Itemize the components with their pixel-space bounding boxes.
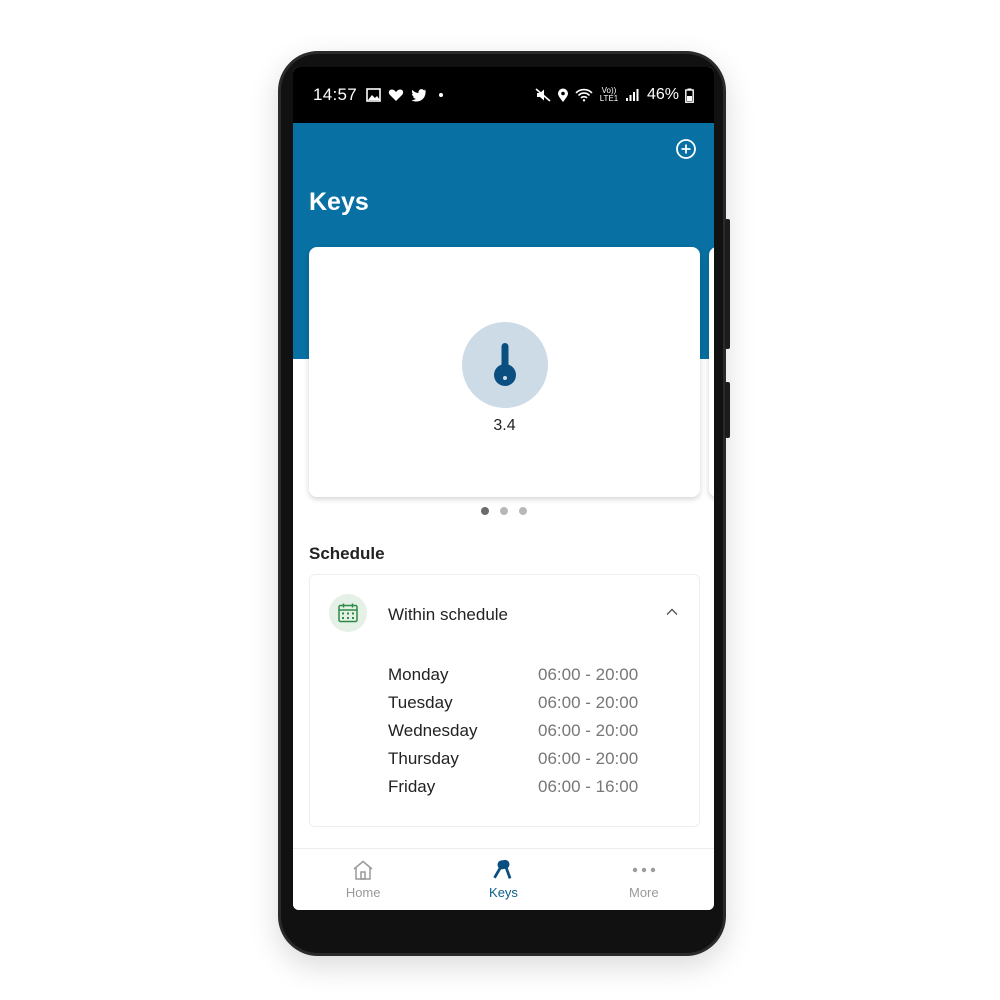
status-bar: 14:57 Vo)) LTE1 46% — [293, 67, 714, 123]
system-icons: Vo)) LTE1 46% — [535, 86, 694, 104]
day-name: Thursday — [388, 749, 459, 768]
nav-item-home[interactable]: Home — [293, 849, 433, 910]
calendar-badge — [329, 594, 367, 632]
keys-icon — [493, 859, 512, 879]
twitter-icon — [411, 89, 427, 102]
gallery-icon — [366, 88, 381, 102]
day-hours: 06:00 - 20:00 — [538, 721, 639, 740]
nav-item-more[interactable]: More — [574, 849, 714, 910]
collapse-schedule-button[interactable] — [665, 605, 679, 624]
schedule-row: Wednesday 06:00 - 20:00 — [388, 717, 678, 745]
app-screen: 14:57 Vo)) LTE1 46% Keys 3.4 Schedule Wi… — [293, 67, 714, 910]
carousel-dot[interactable] — [480, 507, 489, 515]
schedule-status: Within schedule — [388, 605, 509, 624]
schedule-title: Schedule — [309, 544, 385, 563]
phone-frame: 14:57 Vo)) LTE1 46% Keys 3.4 Schedule Wi… — [278, 51, 730, 956]
signal-icon — [625, 89, 639, 101]
add-key-button[interactable] — [674, 137, 698, 161]
next-key-card[interactable] — [709, 247, 714, 497]
schedule-row: Thursday 06:00 - 20:00 — [388, 745, 678, 773]
side-button — [725, 382, 730, 438]
day-name: Wednesday — [388, 721, 478, 740]
chevron-up-icon — [666, 608, 678, 615]
schedule-days: Monday 06:00 - 20:00 Tuesday 06:00 - 20:… — [388, 661, 678, 801]
location-icon — [557, 88, 568, 102]
battery-icon — [685, 88, 694, 103]
day-name: Monday — [388, 665, 449, 684]
side-button — [725, 219, 730, 349]
schedule-row: Friday 06:00 - 16:00 — [388, 773, 678, 801]
day-name: Tuesday — [388, 693, 453, 712]
page-title: Keys — [309, 188, 369, 216]
schedule-row: Monday 06:00 - 20:00 — [388, 661, 678, 689]
nav-label: Keys — [489, 885, 518, 900]
key-icon — [494, 343, 516, 386]
nav-label: More — [629, 885, 659, 900]
day-hours: 06:00 - 20:00 — [538, 693, 639, 712]
nav-item-keys[interactable]: Keys — [433, 849, 573, 910]
wifi-icon — [575, 88, 593, 102]
notification-icons — [366, 88, 448, 102]
battery-percentage: 46% — [646, 86, 679, 103]
home-icon — [353, 860, 373, 880]
schedule-card: Within schedule Monday 06:00 - 20:00 Tue… — [309, 574, 700, 827]
network-label: Vo)) LTE1 — [599, 86, 619, 103]
day-name: Friday — [388, 777, 436, 796]
more-icon — [632, 867, 656, 873]
carousel-dot[interactable] — [499, 507, 508, 515]
dot-icon — [439, 93, 444, 97]
key-icon-badge — [462, 322, 548, 408]
status-time: 14:57 — [313, 85, 358, 104]
day-hours: 06:00 - 20:00 — [538, 665, 639, 684]
carousel-dot[interactable] — [518, 507, 527, 515]
bottom-nav: Home Keys More — [293, 848, 714, 910]
calendar-icon — [338, 603, 358, 623]
nav-label: Home — [345, 885, 381, 900]
key-name: 3.4 — [493, 417, 516, 434]
schedule-row: Tuesday 06:00 - 20:00 — [388, 689, 678, 717]
day-hours: 06:00 - 20:00 — [538, 749, 639, 768]
day-hours: 06:00 - 16:00 — [538, 777, 639, 796]
mute-icon — [535, 88, 551, 102]
key-card[interactable]: 3.4 — [309, 247, 700, 497]
carousel-indicator — [293, 507, 714, 515]
heart-icon — [388, 89, 404, 101]
add-circle-icon — [676, 139, 696, 159]
